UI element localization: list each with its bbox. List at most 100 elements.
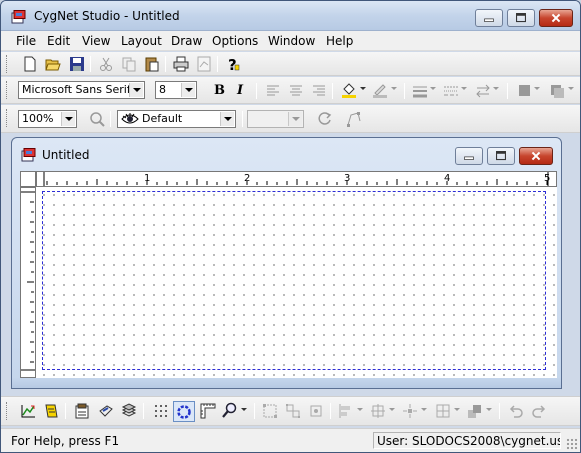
- stack-icon[interactable]: [121, 403, 137, 419]
- line-style-icon[interactable]: [443, 83, 459, 99]
- align-right-icon[interactable]: [311, 83, 327, 99]
- regroup-icon[interactable]: [308, 403, 324, 419]
- open-folder-icon[interactable]: [45, 56, 61, 72]
- toolbar-grip[interactable]: [6, 402, 9, 420]
- rotate-icon[interactable]: [317, 111, 333, 127]
- chevron-down-icon[interactable]: [492, 85, 500, 93]
- chevron-down-icon[interactable]: [181, 83, 195, 97]
- menu-draw[interactable]: Draw: [171, 33, 202, 49]
- menu-edit[interactable]: Edit: [47, 33, 70, 49]
- drawing-canvas[interactable]: [36, 187, 557, 378]
- zoom-icon[interactable]: [89, 111, 105, 127]
- chevron-down-icon[interactable]: [356, 406, 364, 414]
- chevron-down-icon[interactable]: [533, 85, 541, 93]
- save-icon[interactable]: [69, 56, 85, 72]
- title-bar[interactable]: CygNet Studio - Untitled: [1, 1, 580, 31]
- undo-icon[interactable]: [508, 403, 524, 419]
- edit-points-icon[interactable]: [346, 111, 362, 127]
- view-toolbar: 100% Default: [1, 105, 580, 133]
- doc-close-button[interactable]: [519, 147, 553, 165]
- chevron-down-icon[interactable]: [453, 406, 461, 414]
- minimize-button[interactable]: [475, 9, 503, 27]
- snap-to-grid-button[interactable]: [173, 401, 195, 422]
- align-objects-icon[interactable]: [338, 403, 354, 419]
- group-icon[interactable]: [262, 403, 278, 419]
- chevron-down-icon[interactable]: [388, 406, 396, 414]
- menu-bar: File Edit View Layout Draw Options Windo…: [1, 31, 580, 51]
- zoom-value: 100%: [22, 112, 54, 125]
- chevron-down-icon[interactable]: [61, 112, 75, 126]
- style-value: Default: [142, 112, 183, 125]
- arrow-style-icon[interactable]: [475, 83, 491, 99]
- order-icon[interactable]: [467, 403, 483, 419]
- text-tool-icon[interactable]: [43, 403, 59, 419]
- zoom-select[interactable]: 100%: [18, 110, 77, 128]
- effect-icon[interactable]: [549, 83, 565, 99]
- redo-icon[interactable]: [531, 403, 547, 419]
- help-icon[interactable]: ?: [225, 56, 241, 72]
- chevron-down-icon[interactable]: [485, 406, 493, 414]
- font-name-select[interactable]: Microsoft Sans Serif: [18, 81, 145, 99]
- menu-help[interactable]: Help: [326, 33, 353, 49]
- chevron-down-icon[interactable]: [390, 85, 398, 93]
- status-bar: For Help, press F1 User: SLODOCS2008\cyg…: [1, 428, 580, 452]
- chevron-down-icon[interactable]: [567, 85, 575, 93]
- fill-color-icon[interactable]: [341, 82, 357, 98]
- doc-maximize-button[interactable]: [487, 147, 515, 165]
- space-evenly-icon[interactable]: [402, 403, 418, 419]
- paste-icon[interactable]: [144, 56, 160, 72]
- doc-minimize-button[interactable]: [455, 147, 483, 165]
- italic-icon[interactable]: I: [237, 83, 243, 98]
- cut-icon[interactable]: [98, 56, 114, 72]
- minimize-icon: [484, 18, 494, 22]
- menu-view[interactable]: View: [82, 33, 110, 49]
- chevron-down-icon[interactable]: [359, 85, 367, 93]
- grid-icon[interactable]: [153, 403, 169, 419]
- menu-layout[interactable]: Layout: [121, 33, 162, 49]
- align-left-icon[interactable]: [265, 83, 281, 99]
- menu-options[interactable]: Options: [212, 33, 258, 49]
- line-width-icon[interactable]: [412, 83, 428, 99]
- copy-icon[interactable]: [121, 56, 137, 72]
- document-icon[interactable]: [21, 148, 37, 162]
- ruler-toggle-icon[interactable]: [200, 403, 216, 419]
- close-icon: [531, 151, 541, 161]
- maximize-button[interactable]: [507, 9, 535, 27]
- point-links-icon[interactable]: [98, 403, 114, 419]
- align-center-icon[interactable]: [288, 83, 304, 99]
- center-objects-icon[interactable]: [370, 403, 386, 419]
- main-window: CygNet Studio - Untitled File Edit View …: [0, 0, 581, 453]
- font-size-select[interactable]: 8: [155, 81, 197, 99]
- chart-tool-icon[interactable]: [20, 403, 36, 419]
- make-same-size-icon[interactable]: [435, 403, 451, 419]
- app-icon[interactable]: [11, 10, 27, 24]
- close-button[interactable]: [539, 9, 573, 27]
- magnifier-icon[interactable]: [222, 402, 238, 418]
- bold-icon[interactable]: B: [214, 83, 225, 98]
- chevron-down-icon[interactable]: [240, 406, 248, 414]
- shadow-icon[interactable]: [517, 83, 533, 99]
- document-title: Untitled: [42, 148, 90, 162]
- status-help-text: For Help, press F1: [11, 434, 120, 448]
- layer-select[interactable]: [247, 110, 304, 128]
- chevron-down-icon[interactable]: [460, 85, 468, 93]
- new-file-icon[interactable]: [22, 56, 38, 72]
- toolbar-grip[interactable]: [6, 55, 9, 73]
- chevron-down-icon[interactable]: [220, 112, 234, 126]
- resize-grip-icon[interactable]: [566, 438, 578, 450]
- chevron-down-icon[interactable]: [429, 85, 437, 93]
- font-name-value: Microsoft Sans Serif: [22, 83, 131, 96]
- toolbar-grip[interactable]: [6, 81, 9, 99]
- line-color-icon[interactable]: [372, 82, 388, 98]
- properties-icon[interactable]: [74, 403, 90, 419]
- style-select[interactable]: Default: [117, 110, 236, 128]
- toolbar-grip[interactable]: [6, 109, 9, 127]
- print-preview-icon[interactable]: [196, 56, 212, 72]
- menu-window[interactable]: Window: [268, 33, 315, 49]
- chevron-down-icon[interactable]: [420, 406, 428, 414]
- print-icon[interactable]: [173, 56, 189, 72]
- chevron-down-icon[interactable]: [288, 112, 302, 126]
- menu-file[interactable]: File: [16, 33, 36, 49]
- chevron-down-icon[interactable]: [129, 83, 143, 97]
- ungroup-icon[interactable]: [285, 403, 301, 419]
